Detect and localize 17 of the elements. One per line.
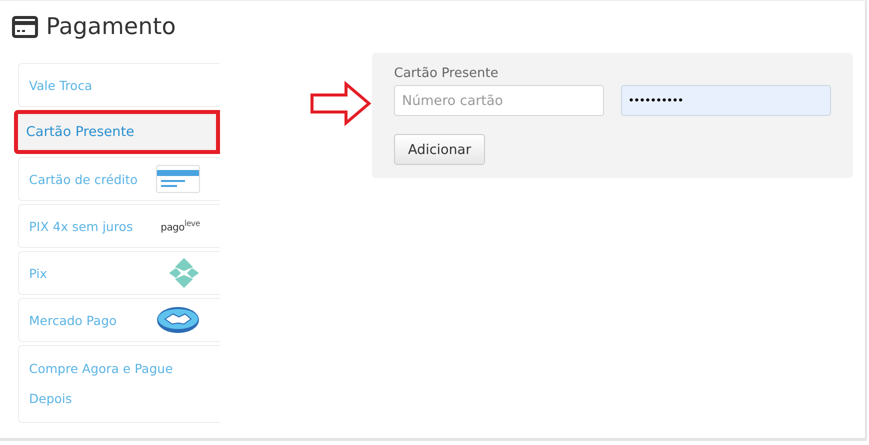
password-field[interactable]: •••••••••• (621, 85, 831, 116)
payment-option[interactable]: Pix (18, 251, 220, 295)
payment-option[interactable]: Mercado Pago (18, 298, 220, 342)
form-label: Cartão Presente (394, 66, 500, 81)
brand-logo: pago$^{leve}$ (160, 218, 200, 234)
payment-option[interactable]: Cartão Presente (14, 110, 220, 154)
payment-option[interactable]: Cartão de crédito (18, 157, 220, 201)
credit-card-icon (156, 165, 200, 193)
credit-card-icon (12, 16, 38, 38)
payment-option[interactable]: Vale Troca (18, 63, 220, 107)
page-title: Pagamento (46, 14, 176, 40)
add-button[interactable]: Adicionar (394, 134, 486, 165)
payment-option[interactable]: Compre Agora e Pague Depois (18, 345, 220, 423)
diamond-logo-icon (168, 257, 200, 289)
payment-option[interactable]: PIX 4x sem juros pago$^{leve}$ (18, 204, 220, 248)
card-number-field[interactable]: Número cartão (394, 85, 604, 116)
handshake-logo-icon (156, 306, 200, 334)
